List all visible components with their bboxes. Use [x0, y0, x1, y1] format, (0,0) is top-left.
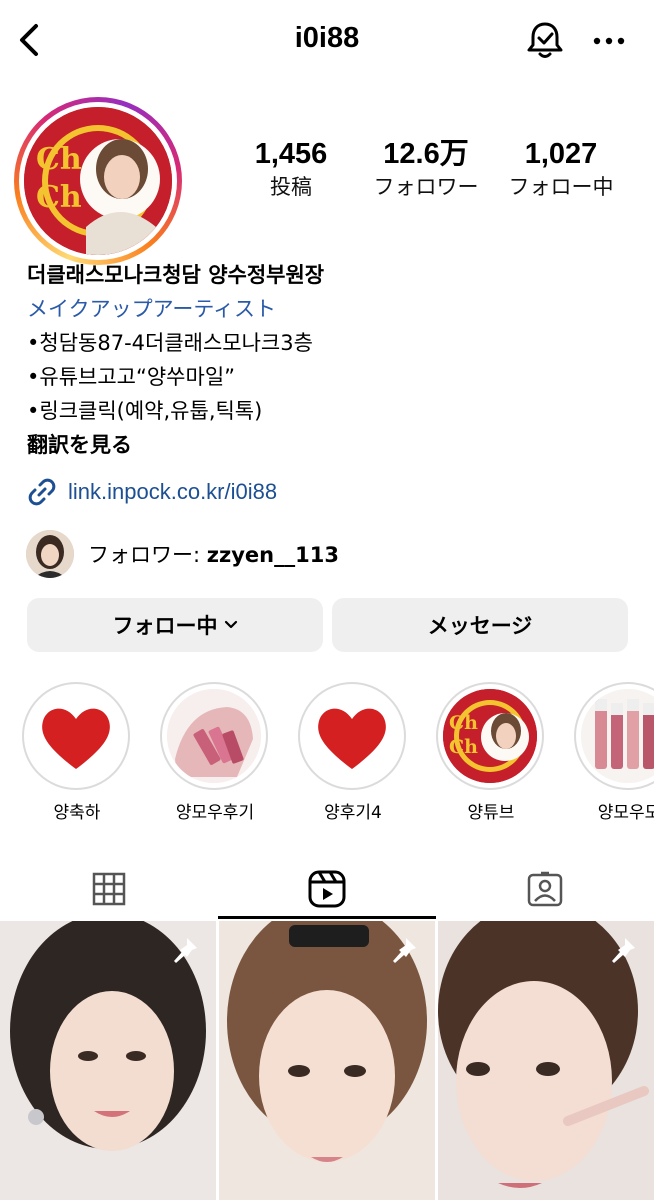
highlight-item[interactable]: 양축하: [22, 682, 132, 823]
stat-following[interactable]: 1,027 フォロー中: [496, 136, 626, 202]
tagged-icon: [527, 871, 563, 907]
tab-grid[interactable]: [0, 860, 218, 918]
reel-thumbnail[interactable]: [438, 921, 654, 1200]
lip-tints-image: [581, 689, 654, 783]
svg-text:Ch: Ch: [449, 712, 478, 734]
svg-text:Ch: Ch: [36, 180, 82, 215]
followers-count: 12.6万: [383, 138, 469, 170]
followed-by-prefix: フォロワー:: [88, 543, 207, 567]
bio-line: •유튜브고고“양쑤마일”: [27, 365, 236, 389]
followed-by[interactable]: フォロワー: zzyen__113: [26, 530, 339, 578]
pin-icon: [393, 938, 416, 963]
highlight-label: 양모우후기: [175, 803, 255, 823]
followed-by-user[interactable]: zzyen__113: [207, 543, 339, 567]
bio-line: •청담동87-4더클래스모나크3층: [27, 331, 313, 355]
profile-bio: 더클래스모나크청담 양수정부원장 メイクアップアーティスト •청담동87-4더클…: [27, 258, 647, 462]
posts-count: 1,456: [254, 138, 328, 170]
grid-icon: [92, 872, 126, 906]
bell-check-icon[interactable]: [522, 18, 568, 64]
posts-label: 投稿: [270, 175, 312, 199]
highlight-cover: Ch Ch: [436, 682, 544, 790]
svg-text:Ch: Ch: [449, 736, 478, 758]
highlight-item[interactable]: 양모우모: [574, 682, 654, 823]
pin-icon: [612, 938, 635, 963]
highlight-item[interactable]: Ch Ch 양튜브: [436, 682, 546, 823]
active-tab-indicator: [218, 916, 436, 919]
followers-label: フォロワー: [373, 175, 479, 199]
following-label: フォロー中: [508, 175, 614, 199]
tab-reels[interactable]: [218, 860, 436, 918]
avatar-image: Ch Ch: [24, 107, 172, 255]
link-icon: [28, 478, 56, 506]
message-button-label: メッセージ: [427, 614, 533, 638]
svg-text:Ch: Ch: [36, 142, 82, 177]
bio-link-text[interactable]: link.inpock.co.kr/i0i88: [68, 479, 277, 505]
lipstick-bag-image: [167, 689, 261, 783]
following-button-label: フォロー中: [112, 614, 218, 638]
reel-thumbnail[interactable]: [219, 921, 435, 1200]
following-count: 1,027: [524, 138, 598, 170]
bio-link[interactable]: link.inpock.co.kr/i0i88: [26, 474, 277, 510]
heart-icon: [305, 689, 399, 783]
highlight-item[interactable]: 양모우후기: [160, 682, 270, 823]
tab-tagged[interactable]: [436, 860, 654, 918]
highlight-cover: [22, 682, 130, 790]
highlight-cover: [160, 682, 268, 790]
reels-icon: [308, 870, 346, 908]
highlight-item[interactable]: 양후기4: [298, 682, 408, 823]
more-horizontal-icon[interactable]: [588, 26, 634, 56]
highlight-label: 양축하: [53, 803, 101, 823]
pin-icon: [174, 938, 197, 963]
highlight-label: 양튜브: [467, 803, 515, 823]
highlight-cover: [298, 682, 406, 790]
chevron-down-icon: [224, 620, 237, 629]
message-button[interactable]: メッセージ: [332, 598, 628, 652]
following-button[interactable]: フォロー中: [27, 598, 323, 652]
bio-line: •링크클릭(예약,유툽,틱톡): [27, 399, 263, 423]
highlight-label: 양모우모: [597, 803, 654, 823]
highlight-label: 양후기4: [324, 803, 382, 823]
bio-name: 더클래스모나크청담 양수정부원장: [27, 263, 325, 287]
heart-icon: [29, 689, 123, 783]
highlight-cover: [574, 682, 654, 790]
follower-avatar: [26, 530, 74, 578]
stat-posts[interactable]: 1,456 投稿: [226, 136, 356, 202]
stat-followers[interactable]: 12.6万 フォロワー: [361, 136, 491, 202]
followed-by-text: フォロワー: zzyen__113: [88, 539, 339, 569]
top-bar: i0i88: [0, 0, 654, 80]
bio-category[interactable]: メイクアップアーティスト: [27, 292, 647, 326]
profile-avatar[interactable]: Ch Ch: [14, 97, 182, 265]
chupa-logo-image: Ch Ch: [443, 689, 537, 783]
reel-thumbnail[interactable]: [0, 921, 216, 1200]
avatar-ring-gap: Ch Ch: [19, 102, 177, 260]
see-translation-link[interactable]: 翻訳を見る: [27, 428, 647, 462]
